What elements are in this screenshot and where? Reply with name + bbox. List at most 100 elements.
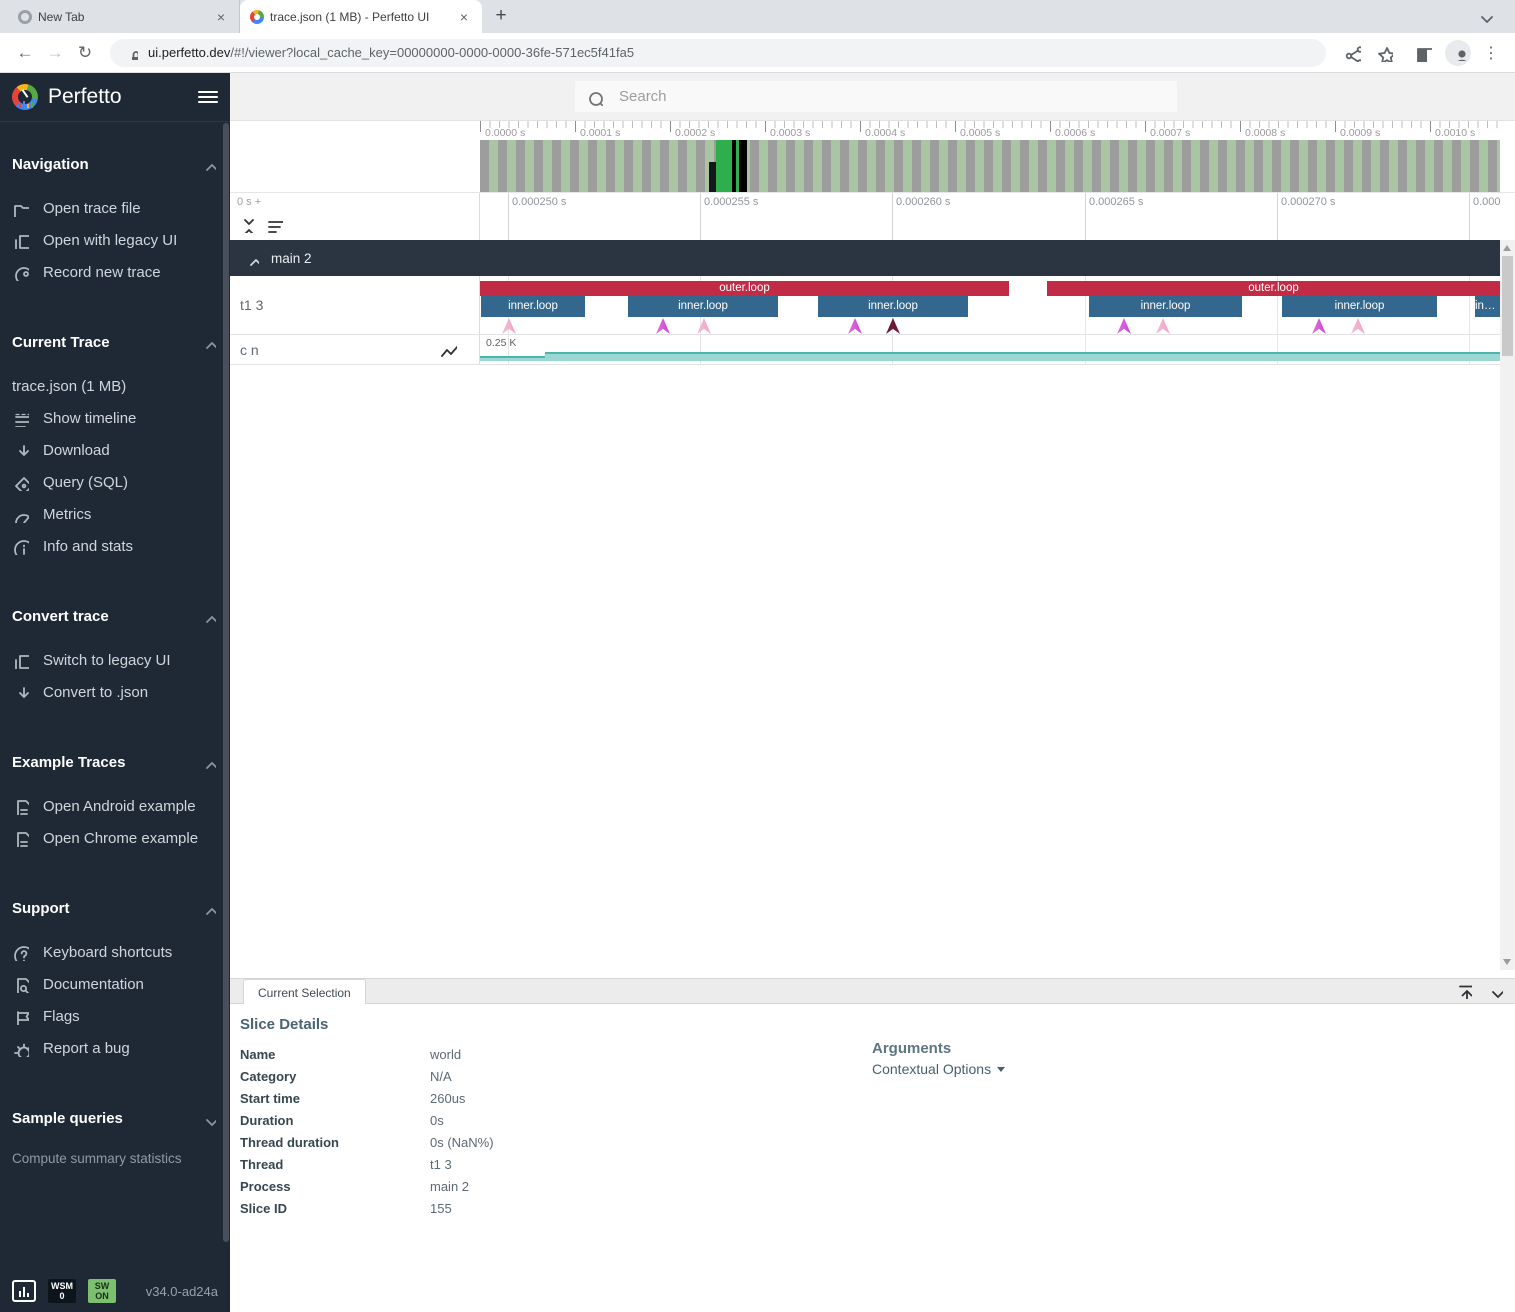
chevron-up-icon	[200, 900, 216, 916]
scrollbar-thumb[interactable]	[1502, 256, 1513, 356]
scroll-down-arrow-icon[interactable]	[1503, 959, 1511, 965]
counter-track-content[interactable]: 0.25 K	[480, 335, 1500, 364]
sidebar-item-info-and-stats[interactable]: Info and stats	[12, 530, 230, 562]
bar-chart-icon[interactable]	[12, 1280, 36, 1302]
menu-hamburger-icon[interactable]	[198, 91, 218, 103]
section-header-sample-queries[interactable]: Sample queries	[12, 1106, 230, 1130]
sidebar-item-show-timeline[interactable]: Show timeline	[12, 402, 230, 434]
time-axis-label: 0.0006 s	[1055, 127, 1095, 139]
forward-icon[interactable]: →	[40, 43, 70, 63]
folder-open-icon	[12, 200, 29, 217]
sidebar-item-download[interactable]: Download	[12, 434, 230, 466]
slice-inner-loop[interactable]: inner.loop	[1282, 296, 1437, 317]
gridline	[892, 193, 893, 240]
time-axis-label: 0.0007 s	[1150, 127, 1190, 139]
browser-menu-icon[interactable]: ⋮	[1483, 43, 1499, 63]
sidebar-item-flags[interactable]: Flags	[12, 1000, 230, 1032]
section-header-current-trace[interactable]: Current Trace	[12, 330, 230, 354]
new-tab-button[interactable]: +	[488, 3, 514, 29]
sidebar-item-compute-summary-statistics[interactable]: Compute summary statistics	[12, 1146, 230, 1170]
sidebar-item-documentation[interactable]: Documentation	[12, 968, 230, 1000]
profile-avatar[interactable]	[1445, 40, 1471, 66]
minimap-brush-handle[interactable]	[709, 162, 716, 192]
chevron-up-icon	[200, 156, 216, 172]
instant-event-arrow[interactable]	[848, 318, 862, 334]
browser-tab-new-tab[interactable]: New Tab ×	[8, 0, 240, 33]
sidebar-item-report-a-bug[interactable]: Report a bug	[12, 1032, 230, 1064]
sidebar-item-open-with-legacy-ui[interactable]: Open with legacy UI	[12, 224, 230, 256]
sidebar-item-record-new-trace[interactable]: Record new trace	[12, 256, 230, 288]
section-support: Support Keyboard shortcuts Documentation…	[0, 896, 230, 1064]
ruler-header: 0 s +	[230, 193, 480, 240]
minimap-viewport-window[interactable]	[732, 140, 747, 192]
bookmark-star-icon[interactable]	[1375, 44, 1393, 62]
slice-details-table: Nameworld CategoryN/A Start time260us Du…	[240, 1043, 494, 1219]
sidebar-item-query-sql[interactable]: Query (SQL)	[12, 466, 230, 498]
url-bar[interactable]: ui.perfetto.dev/#!/viewer?local_cache_ke…	[110, 39, 1326, 67]
slice-inner-loop[interactable]: inner.loop	[628, 296, 778, 317]
instant-event-arrow[interactable]	[1351, 318, 1365, 334]
counter-value-label: 0.25 K	[486, 337, 516, 349]
browser-tab-perfetto[interactable]: trace.json (1 MB) - Perfetto UI ×	[240, 0, 482, 33]
slice-inner-loop[interactable]: inner.loop	[481, 296, 585, 317]
file-icon	[12, 830, 29, 847]
sidebar-scrollbar[interactable]	[223, 123, 229, 1242]
minimap-viewport-marker	[736, 140, 739, 192]
time-tick-label: 0.000250 s	[512, 196, 566, 208]
slice-inner-loop[interactable]: inner.loop	[1089, 296, 1242, 317]
query-diamond-icon	[12, 474, 29, 491]
collapse-panel-icon[interactable]	[1486, 982, 1503, 999]
sidebar-header: Perfetto	[0, 73, 230, 122]
sidebar-item-open-chrome-example[interactable]: Open Chrome example	[12, 822, 230, 854]
contextual-options-dropdown[interactable]: Contextual Options	[872, 1061, 1005, 1077]
back-icon[interactable]: ←	[10, 43, 40, 63]
scroll-up-arrow-icon[interactable]	[1503, 245, 1511, 251]
sidebar-item-convert-to-json[interactable]: Convert to .json	[12, 676, 230, 708]
time-axis-label: 0.0001 s	[580, 127, 620, 139]
side-panel-icon[interactable]	[1414, 44, 1432, 62]
trace-minimap[interactable]	[480, 140, 1500, 192]
section-header-support[interactable]: Support	[12, 896, 230, 920]
info-icon	[12, 538, 29, 555]
tab-current-selection[interactable]: Current Selection	[243, 979, 366, 1005]
tab-close-icon[interactable]: ×	[213, 9, 229, 25]
instant-event-arrow[interactable]	[1156, 318, 1170, 334]
search-box[interactable]	[575, 81, 1177, 112]
sidebar-item-open-trace-file[interactable]: Open trace file	[12, 192, 230, 224]
slice-inner-loop[interactable]: inner.loop	[818, 296, 968, 317]
time-axis-label: 0.0000 s	[485, 127, 525, 139]
instant-event-arrow[interactable]	[656, 318, 670, 334]
instant-event-arrow[interactable]	[1117, 318, 1131, 334]
section-header-convert-trace[interactable]: Convert trace	[12, 604, 230, 628]
tab-list-chevron-icon[interactable]	[1475, 7, 1493, 30]
instant-event-arrow[interactable]	[697, 318, 711, 334]
instant-event-arrow-selected[interactable]	[886, 318, 900, 334]
minimap-viewport-highlight[interactable]	[716, 140, 732, 192]
process-group-header[interactable]: main 2	[230, 240, 1500, 276]
thread-track-shell[interactable]: t1 3	[230, 276, 480, 334]
sidebar-item-keyboard-shortcuts[interactable]: Keyboard shortcuts	[12, 936, 230, 968]
thread-track-content[interactable]: outer.loop outer.loop inner.loop inner.loo…	[480, 276, 1500, 334]
tab-close-icon[interactable]: ×	[456, 9, 472, 25]
reload-icon[interactable]: ↻	[70, 43, 100, 63]
counter-track-shell[interactable]: c n	[230, 335, 480, 364]
instant-event-arrow[interactable]	[502, 318, 516, 334]
sidebar-item-open-android-example[interactable]: Open Android example	[12, 790, 230, 822]
sidebar-item-metrics[interactable]: Metrics	[12, 498, 230, 530]
slice-inner-loop[interactable]: inner.loop	[1475, 296, 1500, 317]
slice-outer-loop[interactable]: outer.loop	[480, 281, 1009, 296]
search-input[interactable]	[617, 87, 1167, 106]
time-ruler: 0 s + 0.000250 s0.000255 s0.000260 s0.00…	[230, 192, 1515, 240]
sidebar-item-switch-to-legacy-ui[interactable]: Switch to legacy UI	[12, 644, 230, 676]
share-icon[interactable]	[1343, 44, 1361, 62]
track-filter-icon[interactable]	[265, 215, 283, 233]
collapse-tracks-icon[interactable]	[237, 215, 255, 233]
counter-track-name: c n	[240, 342, 439, 358]
time-axis-label: 0.0009 s	[1340, 127, 1380, 139]
section-header-example-traces[interactable]: Example Traces	[12, 750, 230, 774]
expand-panel-up-icon[interactable]	[1455, 982, 1472, 999]
instant-event-arrow[interactable]	[1312, 318, 1326, 334]
timeline-scrollbar[interactable]	[1500, 240, 1515, 970]
section-header-navigation[interactable]: Navigation	[12, 152, 230, 176]
slice-outer-loop[interactable]: outer.loop	[1047, 281, 1500, 296]
